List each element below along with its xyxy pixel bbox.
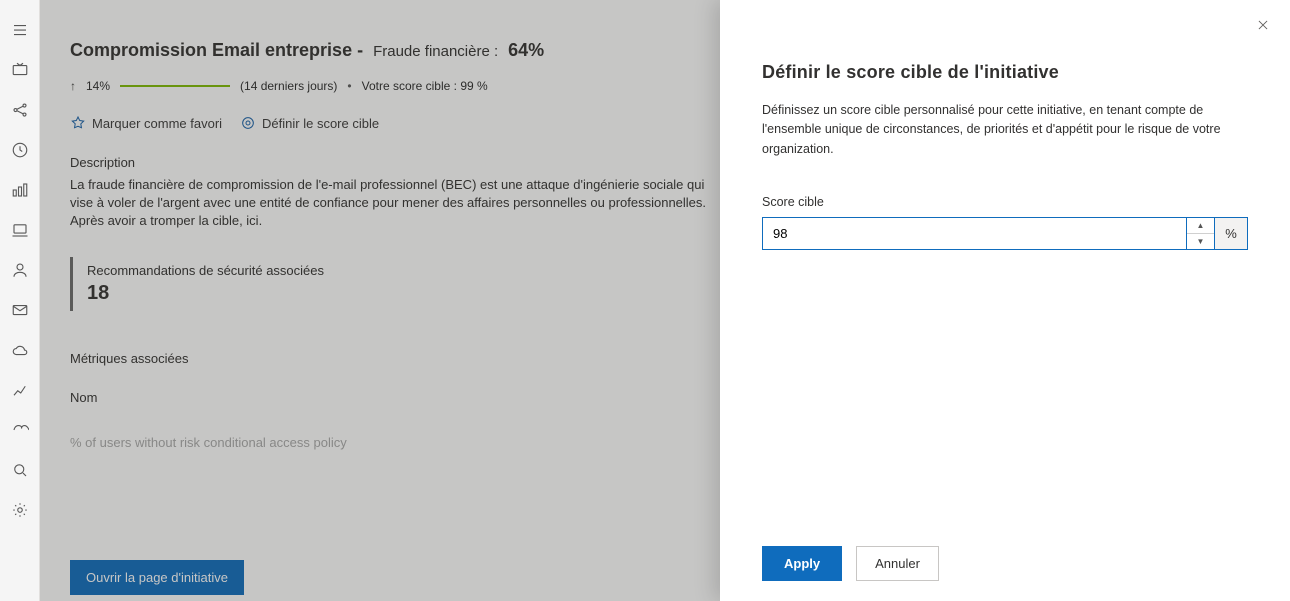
search-nav-icon[interactable] bbox=[0, 450, 40, 490]
open-initiative-button[interactable]: Ouvrir la page d'initiative bbox=[70, 560, 244, 595]
trend-up-icon: ↑ bbox=[70, 79, 76, 93]
target-icon bbox=[240, 115, 256, 131]
close-icon bbox=[1256, 18, 1270, 32]
title-secondary: Fraude financière : bbox=[373, 43, 498, 60]
target-score-text: Votre score cible : 99 % bbox=[362, 79, 488, 93]
menu-icon[interactable] bbox=[0, 10, 40, 50]
clock-icon[interactable] bbox=[0, 130, 40, 170]
set-target-score-button[interactable]: Définir le score cible bbox=[240, 115, 379, 131]
score-percent: 64% bbox=[508, 40, 544, 61]
left-nav bbox=[0, 0, 40, 601]
trend-value: 14% bbox=[86, 79, 110, 93]
spinner-down-button[interactable]: ▼ bbox=[1187, 233, 1214, 249]
title-primary: Compromission Email entreprise - bbox=[70, 40, 363, 61]
close-button[interactable] bbox=[1256, 18, 1270, 35]
device-icon[interactable] bbox=[0, 210, 40, 250]
set-target-score-label: Définir le score cible bbox=[262, 116, 379, 131]
percent-suffix: % bbox=[1214, 217, 1248, 250]
mark-favorite-button[interactable]: Marquer comme favori bbox=[70, 115, 222, 131]
cloud-icon[interactable] bbox=[0, 330, 40, 370]
panel-description: Définissez un score cible personnalisé p… bbox=[762, 101, 1248, 159]
mail-icon[interactable] bbox=[0, 290, 40, 330]
spinner-buttons: ▲ ▼ bbox=[1186, 217, 1214, 250]
person-icon[interactable] bbox=[0, 250, 40, 290]
separator-dot: • bbox=[347, 79, 351, 93]
heart-icon[interactable] bbox=[0, 410, 40, 450]
target-score-input[interactable] bbox=[762, 217, 1186, 250]
mark-favorite-label: Marquer comme favori bbox=[92, 116, 222, 131]
share-icon[interactable] bbox=[0, 90, 40, 130]
tv-icon[interactable] bbox=[0, 50, 40, 90]
trend-period: (14 derniers jours) bbox=[240, 79, 337, 93]
set-target-score-panel: Définir le score cible de l'initiative D… bbox=[720, 0, 1290, 601]
sparkline bbox=[120, 82, 230, 90]
gear-icon[interactable] bbox=[0, 490, 40, 530]
description-text: La fraude financière de compromission de… bbox=[70, 176, 730, 231]
target-score-field-label: Score cible bbox=[762, 195, 1248, 209]
star-icon bbox=[70, 115, 86, 131]
spinner-up-button[interactable]: ▲ bbox=[1187, 218, 1214, 233]
analytics-icon[interactable] bbox=[0, 170, 40, 210]
chart-icon[interactable] bbox=[0, 370, 40, 410]
panel-title: Définir le score cible de l'initiative bbox=[762, 62, 1248, 83]
apply-button[interactable]: Apply bbox=[762, 546, 842, 581]
cancel-button[interactable]: Annuler bbox=[856, 546, 939, 581]
